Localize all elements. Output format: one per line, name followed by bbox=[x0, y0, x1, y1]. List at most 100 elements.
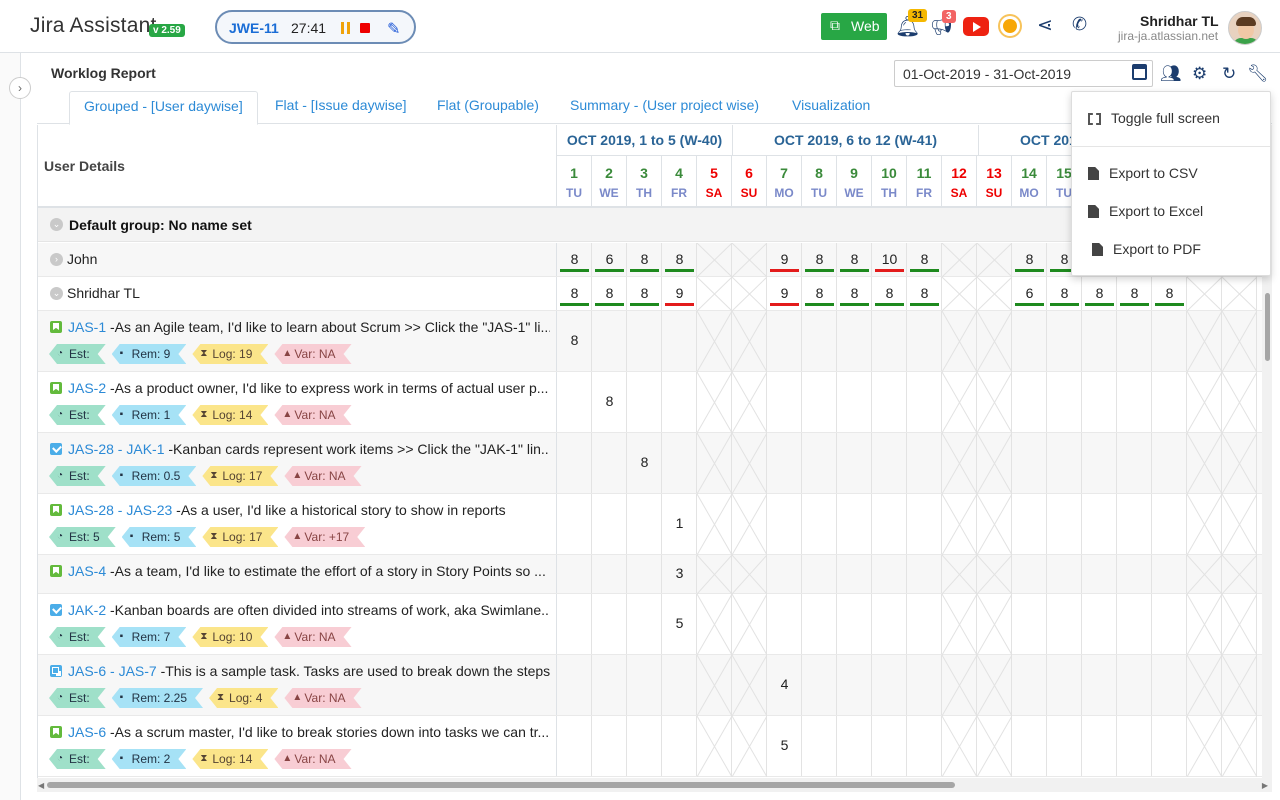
issue-summary: -Kanban cards represent work items >> Cl… bbox=[164, 441, 550, 457]
export-excel-item[interactable]: Export to Excel bbox=[1088, 203, 1203, 219]
scroll-thumb[interactable] bbox=[1265, 293, 1270, 361]
hours-cell[interactable]: 4 bbox=[767, 676, 802, 692]
weekend-cell bbox=[1222, 716, 1257, 777]
youtube-icon[interactable] bbox=[963, 17, 989, 36]
hours-cell[interactable]: 8 bbox=[802, 285, 837, 301]
expand-icon[interactable]: › bbox=[50, 253, 63, 266]
cell-divider bbox=[1046, 555, 1047, 593]
export-pdf-item[interactable]: Export to PDF bbox=[1088, 241, 1201, 257]
hours-cell[interactable]: 8 bbox=[557, 332, 592, 348]
hours-cell[interactable]: 8 bbox=[907, 285, 942, 301]
external-link-icon: ⧉ bbox=[830, 17, 840, 33]
hours-cell[interactable]: 8 bbox=[1047, 285, 1082, 301]
hours-cell[interactable]: 8 bbox=[837, 251, 872, 267]
hours-cell[interactable]: 8 bbox=[627, 454, 662, 470]
hours-cell[interactable]: 5 bbox=[662, 615, 697, 631]
tab-flat-issue[interactable]: Flat - [Issue daywise] bbox=[261, 91, 421, 124]
hours-cell[interactable]: 8 bbox=[837, 285, 872, 301]
hours-cell[interactable]: 10 bbox=[872, 251, 907, 267]
hours-cell[interactable]: 5 bbox=[767, 737, 802, 753]
tab-summary[interactable]: Summary - (User project wise) bbox=[556, 91, 773, 124]
day-weekday: WE bbox=[599, 186, 619, 200]
issue-row[interactable]: JAS-4 -As a team, I'd like to estimate t… bbox=[38, 555, 1272, 594]
avatar[interactable] bbox=[1228, 11, 1262, 45]
issue-title: JAS-28 - JAS-23 -As a user, I'd like a h… bbox=[50, 502, 550, 518]
hours-cell[interactable]: 8 bbox=[1117, 285, 1152, 301]
stop-icon[interactable] bbox=[360, 23, 370, 33]
share-icon[interactable]: ⋖ bbox=[1037, 14, 1053, 37]
collapse-icon[interactable]: ⌄ bbox=[50, 287, 63, 300]
cell-divider bbox=[1046, 716, 1047, 776]
scroll-right-icon[interactable]: ▶ bbox=[1262, 781, 1268, 790]
issue-row[interactable]: JAS-6 -As a scrum master, I'd like to br… bbox=[38, 716, 1272, 777]
phone-icon[interactable]: ✆ bbox=[1072, 14, 1087, 35]
app-title[interactable]: Jira Assistant bbox=[30, 14, 157, 38]
hours-cell[interactable]: 8 bbox=[802, 251, 837, 267]
collapse-icon[interactable]: ⌄ bbox=[50, 218, 63, 231]
user-row[interactable]: ⌄ Shridhar TL 8 8 8 9 9 8 8 8 8 6 8 8 8 8 bbox=[38, 277, 1272, 311]
issue-key-link[interactable]: JAS-2 bbox=[68, 380, 106, 396]
hours-cell[interactable]: 1 bbox=[662, 515, 697, 531]
issue-cell: JAS-28 - JAK-1 -Kanban cards represent w… bbox=[38, 433, 557, 493]
hourglass-icon: ⧗ bbox=[210, 470, 218, 481]
day-header: 14 MO bbox=[1012, 156, 1047, 208]
weekend-cell bbox=[697, 433, 732, 494]
hours-cell[interactable]: 8 bbox=[627, 251, 662, 267]
pause-icon[interactable] bbox=[341, 22, 351, 34]
hours-cell[interactable]: 9 bbox=[767, 251, 802, 267]
weekend-cell bbox=[732, 655, 767, 716]
issue-key-link[interactable]: JAS-28 - JAS-23 bbox=[68, 502, 172, 518]
hours-cell[interactable]: 8 bbox=[1012, 251, 1047, 267]
issue-row[interactable]: JAS-2 -As a product owner, I'd like to e… bbox=[38, 372, 1272, 433]
issue-key-link[interactable]: JAS-28 - JAK-1 bbox=[68, 441, 164, 457]
horizontal-scrollbar[interactable]: ◀ ▶ bbox=[37, 778, 1272, 792]
hours-cell[interactable]: 6 bbox=[1012, 285, 1047, 301]
issue-row[interactable]: JAS-6 - JAS-7 -This is a sample task. Ta… bbox=[38, 655, 1272, 716]
issue-key-link[interactable]: JAK-2 bbox=[68, 602, 106, 618]
issue-row[interactable]: JAS-28 - JAK-1 -Kanban cards represent w… bbox=[38, 433, 1272, 494]
ok-hours-indicator bbox=[1120, 303, 1149, 306]
settings-icon[interactable]: ⚙ bbox=[1192, 64, 1207, 84]
issue-key-link[interactable]: JAS-6 - JAS-7 bbox=[68, 663, 157, 679]
ok-hours-indicator bbox=[910, 269, 939, 272]
toggle-full-screen-item[interactable]: Toggle full screen bbox=[1088, 110, 1220, 126]
hours-cell[interactable]: 8 bbox=[592, 285, 627, 301]
hours-cell[interactable]: 9 bbox=[767, 285, 802, 301]
weekend-cell bbox=[1222, 594, 1257, 655]
export-csv-item[interactable]: Export to CSV bbox=[1088, 165, 1198, 181]
tab-flat-groupable[interactable]: Flat (Groupable) bbox=[423, 91, 553, 124]
hours-cell[interactable]: 8 bbox=[592, 393, 627, 409]
tab-grouped[interactable]: Grouped - [User daywise] bbox=[69, 91, 258, 125]
theme-sun-icon[interactable] bbox=[1003, 19, 1017, 33]
edit-icon[interactable]: ✎ bbox=[387, 19, 400, 39]
hours-cell[interactable]: 9 bbox=[662, 285, 697, 301]
issue-key-link[interactable]: JAS-4 bbox=[68, 563, 106, 579]
issue-row[interactable]: JAS-1 -As an Agile team, I'd like to lea… bbox=[38, 311, 1272, 372]
hours-cell[interactable]: 8 bbox=[907, 251, 942, 267]
issue-row[interactable]: JAS-28 - JAS-23 -As a user, I'd like a h… bbox=[38, 494, 1272, 555]
date-range-picker[interactable]: 01-Oct-2019 - 31-Oct-2019 bbox=[894, 60, 1153, 87]
tracker-issue-key[interactable]: JWE-11 bbox=[229, 20, 279, 36]
scroll-left-icon[interactable]: ◀ bbox=[38, 781, 44, 790]
hours-cell[interactable]: 8 bbox=[1152, 285, 1187, 301]
scroll-thumb[interactable] bbox=[47, 782, 955, 788]
hours-cell[interactable]: 8 bbox=[1082, 285, 1117, 301]
issue-key-link[interactable]: JAS-6 bbox=[68, 724, 106, 740]
users-icon[interactable]: 👥︎ bbox=[1160, 64, 1182, 84]
hours-cell[interactable]: 8 bbox=[662, 251, 697, 267]
wrench-icon[interactable]: 🔧︎ bbox=[1247, 64, 1269, 84]
refresh-icon[interactable]: ↻ bbox=[1222, 64, 1236, 84]
hours-cell[interactable]: 3 bbox=[662, 565, 697, 581]
weekend-cell bbox=[942, 243, 977, 277]
hours-cell[interactable]: 8 bbox=[557, 251, 592, 267]
hours-cell[interactable]: 6 bbox=[592, 251, 627, 267]
tab-visualization[interactable]: Visualization bbox=[778, 91, 884, 124]
hours-cell[interactable]: 8 bbox=[557, 285, 592, 301]
issue-row[interactable]: JAK-2 -Kanban boards are often divided i… bbox=[38, 594, 1272, 655]
hours-cell[interactable]: 8 bbox=[872, 285, 907, 301]
issue-key-link[interactable]: JAS-1 bbox=[68, 319, 106, 335]
hours-cell[interactable]: 8 bbox=[627, 285, 662, 301]
expand-sidebar-icon[interactable]: › bbox=[9, 77, 31, 99]
web-button[interactable]: ⧉ Web bbox=[821, 13, 887, 40]
cell-divider bbox=[1116, 433, 1117, 493]
